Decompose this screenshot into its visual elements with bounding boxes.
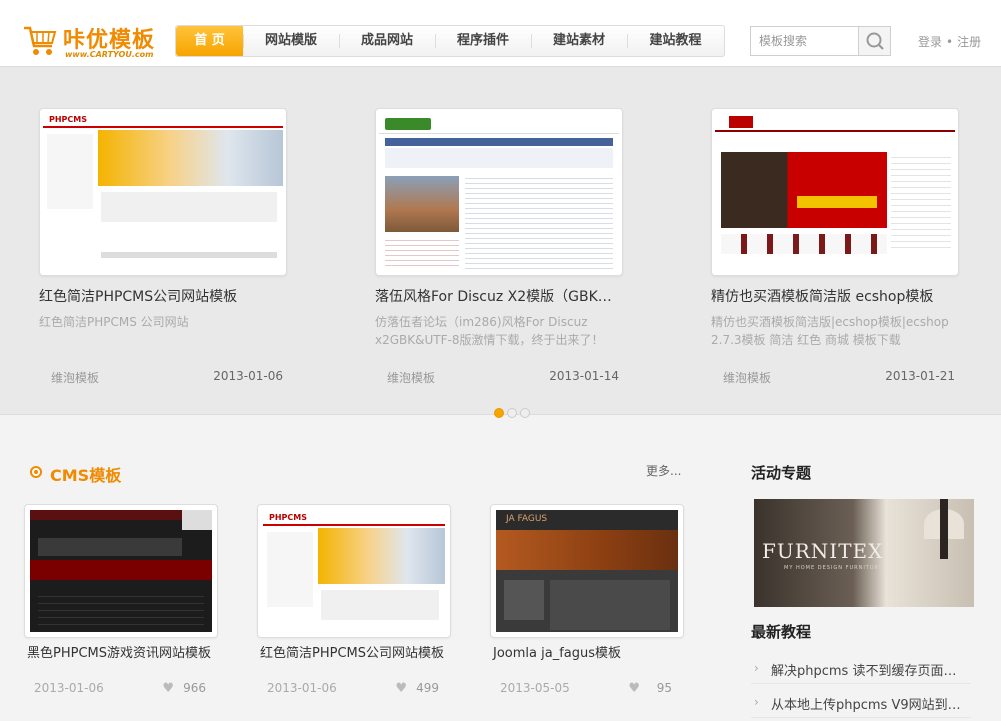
- carousel-slide[interactable]: PHPCMS 红色简洁PHPCMS公司网站模板 红色简洁PHPCMS 公司网站 …: [39, 108, 287, 385]
- search-button[interactable]: [858, 27, 890, 55]
- card-title[interactable]: Joomla ja_fagus模板: [490, 646, 684, 678]
- main-nav: 首 页 网站模版 成品网站 程序插件 建站素材 建站教程: [175, 25, 725, 57]
- card-meta: 2013-01-06 ♥ 966: [24, 681, 218, 697]
- promo-subtitle: MY HOME DESIGN FURNITURE: [784, 565, 884, 571]
- promo-brand: FURNITEX: [762, 539, 884, 563]
- promo-banner[interactable]: FURNITEX MY HOME DESIGN FURNITURE: [754, 499, 974, 607]
- template-preview-image: [715, 112, 955, 272]
- card-meta: 2013-01-06 ♥ 499: [257, 681, 451, 697]
- template-card[interactable]: JA FAGUS Joomla ja_fagus模板 2013-05-05 ♥ …: [490, 504, 684, 697]
- news-item-label: 解决phpcms 读不到缓存页面空...: [771, 664, 961, 679]
- card-meta: 2013-05-05 ♥ 95: [490, 681, 684, 697]
- card-date: 2013-01-06: [34, 681, 104, 695]
- slide-thumbnail[interactable]: PHPCMS: [39, 108, 287, 276]
- card-likes: 95: [656, 681, 672, 695]
- heart-icon[interactable]: ♥: [162, 681, 174, 696]
- latest-tutorials-title: 最新教程: [751, 623, 812, 641]
- search-box: [750, 26, 891, 56]
- template-card[interactable]: PHPCMS 红色简洁PHPCMS公司网站模板 2013-01-06 ♥ 499: [257, 504, 451, 697]
- auth-links: 登录 • 注册: [918, 33, 981, 50]
- nav-site-templates[interactable]: 网站模版: [243, 26, 339, 56]
- slide-title[interactable]: 红色简洁PHPCMS公司网站模板: [39, 286, 279, 306]
- slide-author[interactable]: 维泡模板: [723, 369, 771, 386]
- card-thumbnail[interactable]: PHPCMS: [257, 504, 451, 638]
- slide-date: 2013-01-06: [213, 369, 283, 383]
- nav-tutorials[interactable]: 建站教程: [627, 26, 724, 56]
- slide-date: 2013-01-21: [885, 369, 955, 383]
- slide-title[interactable]: 落伍风格For Discuz X2模版（GBK ...: [375, 286, 615, 306]
- slide-author[interactable]: 维泡模板: [51, 369, 99, 386]
- slide-meta: 维泡模板 2013-01-21: [711, 369, 959, 385]
- news-item-label: 从本地上传phpcms V9网站到服...: [771, 698, 961, 713]
- auth-separator: •: [946, 35, 954, 49]
- nav-home[interactable]: 首 页: [176, 26, 243, 56]
- template-card[interactable]: 黑色PHPCMS游戏资讯网站模板 2013-01-06 ♥ 966: [24, 504, 218, 697]
- slide-description: 仿落伍者论坛（im286)风格For Discuz x2GBK&UTF-8版激情…: [375, 315, 604, 347]
- chevron-right-icon: ›: [754, 695, 759, 709]
- section-bullet-icon: [30, 466, 42, 478]
- slide-meta: 维泡模板 2013-01-06: [39, 369, 287, 385]
- site-logo[interactable]: 咔优模板 www.CARTYOU.com: [22, 22, 162, 62]
- nav-plugins[interactable]: 程序插件: [435, 26, 531, 56]
- slide-title[interactable]: 精仿也买酒模板简洁版 ecshop模板: [711, 286, 951, 306]
- card-thumbnail[interactable]: JA FAGUS: [490, 504, 684, 638]
- card-likes: 966: [183, 681, 206, 695]
- topics-title: 活动专题: [751, 464, 812, 482]
- slide-description: 精仿也买酒模板简洁版|ecshop模板|ecshop 2.7.3模板 简洁 红色…: [711, 315, 949, 347]
- slide-author[interactable]: 维泡模板: [387, 369, 435, 386]
- nav-finished-sites[interactable]: 成品网站: [339, 26, 435, 56]
- more-link[interactable]: 更多...: [646, 462, 681, 479]
- carousel-dot[interactable]: [520, 408, 530, 418]
- template-preview-image: [379, 112, 619, 272]
- card-title[interactable]: 黑色PHPCMS游戏资讯网站模板: [24, 646, 218, 678]
- cms-section-header: CMS模板 更多...: [30, 462, 690, 485]
- logo-url: www.CARTYOU.com: [65, 50, 154, 59]
- template-preview-image: PHPCMS: [43, 112, 283, 272]
- slide-thumbnail[interactable]: [375, 108, 623, 276]
- template-preview-image: PHPCMS: [263, 510, 445, 632]
- news-item[interactable]: › 解决phpcms 读不到缓存页面空...: [751, 654, 971, 684]
- chevron-right-icon: ›: [754, 661, 759, 675]
- card-date: 2013-01-06: [267, 681, 337, 695]
- search-icon: [866, 32, 884, 50]
- slide-date: 2013-01-14: [549, 369, 619, 383]
- featured-carousel: PHPCMS 红色简洁PHPCMS公司网站模板 红色简洁PHPCMS 公司网站 …: [0, 67, 1001, 418]
- shopping-cart-icon: [24, 26, 57, 55]
- card-title[interactable]: 红色简洁PHPCMS公司网站模板: [257, 646, 451, 678]
- slide-description: 红色简洁PHPCMS 公司网站: [39, 315, 189, 329]
- carousel-slide[interactable]: 精仿也买酒模板简洁版 ecshop模板 精仿也买酒模板简洁版|ecshop模板|…: [711, 108, 959, 385]
- card-thumbnail[interactable]: [24, 504, 218, 638]
- section-title: CMS模板: [50, 466, 122, 485]
- nav-materials[interactable]: 建站素材: [531, 26, 627, 56]
- news-item[interactable]: › 从本地上传phpcms V9网站到服...: [751, 688, 971, 718]
- template-preview-image: JA FAGUS: [496, 510, 678, 632]
- login-link[interactable]: 登录: [918, 35, 942, 49]
- card-date: 2013-05-05: [500, 681, 570, 695]
- slide-thumbnail[interactable]: [711, 108, 959, 276]
- template-preview-image: [30, 510, 212, 632]
- heart-icon[interactable]: ♥: [628, 681, 640, 696]
- carousel-pagination: [494, 408, 530, 418]
- site-header: 咔优模板 www.CARTYOU.com 首 页 网站模版 成品网站 程序插件 …: [0, 0, 1001, 67]
- carousel-dot[interactable]: [507, 408, 517, 418]
- register-link[interactable]: 注册: [957, 35, 981, 49]
- card-likes: 499: [416, 681, 439, 695]
- carousel-slide[interactable]: 落伍风格For Discuz X2模版（GBK ... 仿落伍者论坛（im286…: [375, 108, 623, 385]
- search-input[interactable]: [751, 27, 858, 55]
- carousel-dot[interactable]: [494, 408, 504, 418]
- slide-meta: 维泡模板 2013-01-14: [375, 369, 623, 385]
- heart-icon[interactable]: ♥: [395, 681, 407, 696]
